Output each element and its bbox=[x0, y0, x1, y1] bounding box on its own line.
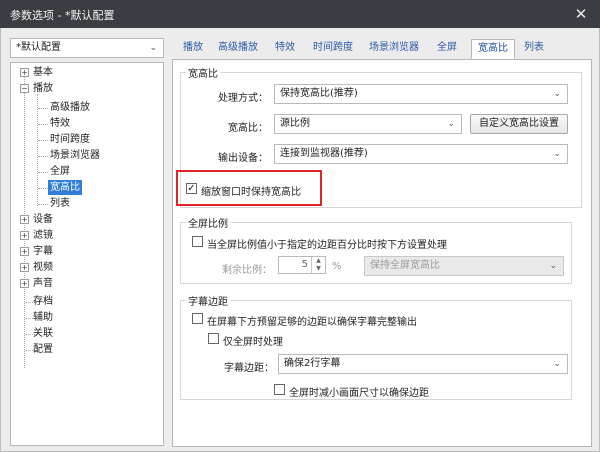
shrink-picture-checkbox[interactable] bbox=[274, 384, 285, 395]
fullscreen-ratio-checkbox[interactable] bbox=[192, 236, 203, 247]
fullscreen-ratio-checkbox-label: 当全屏比例值小于指定的边距百分比时按下方设置处理 bbox=[207, 240, 447, 251]
spin-down-icon: ▼ bbox=[316, 265, 321, 272]
tree-item-config[interactable]: 配置 bbox=[33, 342, 53, 357]
expand-icon[interactable]: + bbox=[20, 263, 29, 272]
tree-item-scene-browser[interactable]: 场景浏览器 bbox=[50, 148, 100, 163]
margin-select-value: 确保2行字幕 bbox=[284, 358, 341, 369]
tab-list[interactable]: 列表 bbox=[524, 39, 544, 59]
tree-item-list[interactable]: 列表 bbox=[50, 196, 70, 211]
fullscreen-mode-value: 保持全屏宽高比 bbox=[370, 260, 440, 271]
output-select[interactable]: 连接到监视器(推荐) ⌄ bbox=[274, 144, 568, 164]
tree-item-video[interactable]: 视频 bbox=[33, 260, 53, 275]
chevron-down-icon: ⌄ bbox=[549, 261, 557, 271]
remaining-label: 剩余比例： bbox=[222, 265, 272, 276]
tab-scene-browser[interactable]: 场景浏览器 bbox=[369, 39, 419, 59]
profile-select[interactable]: *默认配置 ⌄ bbox=[10, 38, 164, 58]
highlight-box bbox=[176, 170, 322, 206]
close-button[interactable]: ✕ bbox=[570, 4, 592, 24]
fullscreen-ratio-title: 全屏比例 bbox=[186, 215, 230, 230]
tab-effects[interactable]: 特效 bbox=[275, 39, 295, 59]
close-icon: ✕ bbox=[574, 5, 588, 23]
remaining-stepper[interactable]: 5 ▲ ▼ bbox=[278, 256, 326, 274]
tab-advanced-playback[interactable]: 高级播放 bbox=[218, 39, 258, 59]
tree-item-basic[interactable]: 基本 bbox=[33, 65, 53, 80]
settings-tree: + − + + + + + 基本 播放 高级播放 特效 时间跨度 场景浏览器 全… bbox=[10, 62, 164, 446]
remaining-value: 5 bbox=[301, 259, 308, 270]
ratio-select-value: 源比例 bbox=[280, 118, 310, 129]
tree-item-association[interactable]: 关联 bbox=[33, 326, 53, 341]
tree-item-effects[interactable]: 特效 bbox=[50, 116, 70, 131]
tree-connector bbox=[38, 172, 48, 173]
fullscreen-mode-select[interactable]: 保持全屏宽高比 ⌄ bbox=[364, 256, 564, 276]
tree-item-assist[interactable]: 辅助 bbox=[33, 310, 53, 325]
chevron-down-icon: ⌄ bbox=[553, 149, 561, 159]
window-title: 参数选项 - *默认配置 bbox=[10, 9, 115, 22]
ratio-select[interactable]: 源比例 ⌄ bbox=[274, 114, 462, 134]
collapse-icon[interactable]: − bbox=[20, 84, 29, 93]
margin-select[interactable]: 确保2行字幕 ⌄ bbox=[278, 354, 568, 374]
method-select-value: 保持宽高比(推荐) bbox=[280, 88, 358, 99]
chevron-down-icon: ⌄ bbox=[149, 43, 157, 53]
tree-item-filter[interactable]: 滤镜 bbox=[33, 228, 53, 243]
chevron-down-icon: ⌄ bbox=[553, 89, 561, 99]
tree-item-audio[interactable]: 声音 bbox=[33, 276, 53, 291]
tree-connector bbox=[38, 108, 48, 109]
chevron-down-icon: ⌄ bbox=[447, 119, 455, 129]
tree-item-playback[interactable]: 播放 bbox=[33, 81, 53, 96]
tab-time-span[interactable]: 时间跨度 bbox=[313, 39, 353, 59]
tab-fullscreen[interactable]: 全屏 bbox=[437, 39, 457, 59]
tree-item-subtitle[interactable]: 字幕 bbox=[33, 244, 53, 259]
aspect-section-title: 宽高比 bbox=[186, 65, 220, 80]
reserve-margin-checkbox[interactable] bbox=[192, 313, 203, 324]
tab-aspect-ratio[interactable]: 宽高比 bbox=[471, 39, 515, 59]
shrink-picture-label: 全屏时减小画面尺寸以确保边距 bbox=[289, 388, 429, 399]
chevron-down-icon: ⌄ bbox=[553, 359, 561, 369]
output-label: 输出设备： bbox=[218, 153, 268, 164]
tree-connector bbox=[38, 188, 48, 189]
expand-icon[interactable]: + bbox=[20, 279, 29, 288]
fullscreen-only-label: 仅全屏时处理 bbox=[223, 337, 283, 348]
tree-connector bbox=[38, 140, 48, 141]
reserve-margin-label: 在屏幕下方预留足够的边距以确保字幕完整输出 bbox=[207, 317, 417, 328]
tree-connector bbox=[38, 204, 48, 205]
spin-buttons[interactable]: ▲ ▼ bbox=[311, 257, 325, 273]
tree-item-time-span[interactable]: 时间跨度 bbox=[50, 132, 90, 147]
expand-icon[interactable]: + bbox=[20, 215, 29, 224]
tree-item-device[interactable]: 设备 bbox=[33, 212, 53, 227]
percent-unit: % bbox=[332, 261, 342, 272]
tree-item-archive[interactable]: 存档 bbox=[33, 294, 53, 309]
profile-select-value: *默认配置 bbox=[16, 42, 61, 53]
tree-connector bbox=[38, 124, 48, 125]
tree-item-fullscreen[interactable]: 全屏 bbox=[50, 164, 70, 179]
expand-icon[interactable]: + bbox=[20, 231, 29, 240]
expand-icon[interactable]: + bbox=[20, 68, 29, 77]
tree-item-advanced-playback[interactable]: 高级播放 bbox=[50, 100, 90, 115]
method-select[interactable]: 保持宽高比(推荐) ⌄ bbox=[274, 84, 568, 104]
custom-aspect-button[interactable]: 自定义宽高比设置 bbox=[470, 114, 568, 134]
tab-playback[interactable]: 播放 bbox=[183, 39, 203, 59]
method-label: 处理方式： bbox=[218, 93, 268, 104]
expand-icon[interactable]: + bbox=[20, 247, 29, 256]
tree-connector bbox=[37, 94, 38, 206]
margin-label: 字幕边距： bbox=[224, 363, 274, 374]
fullscreen-only-checkbox[interactable] bbox=[208, 333, 219, 344]
tree-connector bbox=[38, 156, 48, 157]
subtitle-margin-title: 字幕边距 bbox=[186, 293, 230, 308]
ratio-label: 宽高比： bbox=[228, 123, 268, 134]
tree-item-aspect-ratio[interactable]: 宽高比 bbox=[48, 180, 82, 195]
spin-up-icon: ▲ bbox=[316, 257, 321, 264]
output-select-value: 连接到监视器(推荐) bbox=[280, 148, 368, 159]
